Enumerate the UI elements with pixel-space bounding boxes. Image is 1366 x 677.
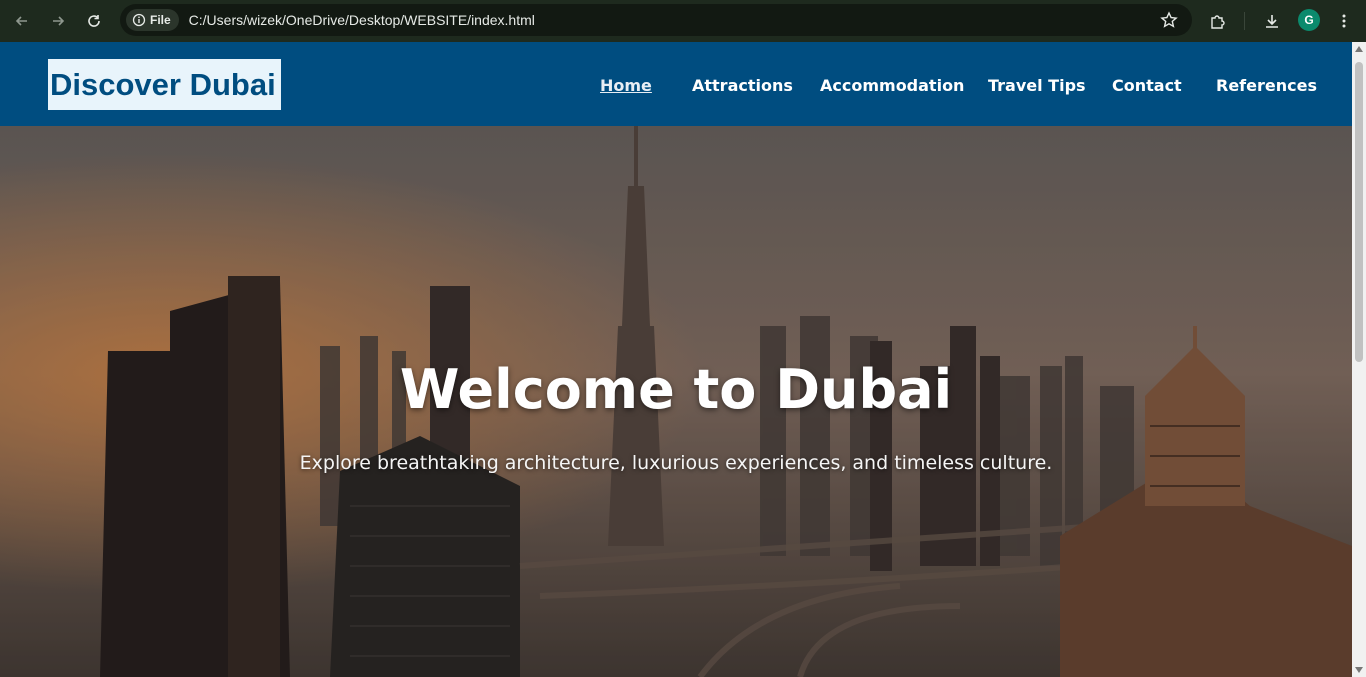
address-bar[interactable]: File C:/Users/wizek/OneDrive/Desktop/WEB… [120, 4, 1192, 36]
info-icon [132, 13, 146, 27]
downloads-button[interactable] [1260, 9, 1284, 33]
nav-link-attractions[interactable]: Attractions [692, 76, 793, 95]
profile-initial: G [1304, 13, 1314, 27]
arrow-right-icon [53, 16, 65, 26]
star-icon [1160, 11, 1178, 28]
arrow-left-icon [15, 16, 27, 26]
toolbar-divider [1244, 12, 1245, 30]
url-text[interactable]: C:/Users/wizek/OneDrive/Desktop/WEBSITE/… [189, 12, 535, 28]
back-button[interactable] [10, 9, 34, 33]
hero-title: Welcome to Dubai [399, 358, 953, 421]
reload-icon [88, 15, 100, 27]
browser-menu-button[interactable] [1332, 9, 1356, 33]
nav-link-home[interactable]: Home [600, 76, 652, 95]
nav-link-travel-tips[interactable]: Travel Tips [988, 76, 1086, 95]
scroll-thumb[interactable] [1355, 62, 1363, 362]
profile-avatar[interactable]: G [1298, 9, 1320, 31]
scroll-down-arrow-icon[interactable] [1355, 667, 1363, 673]
scroll-up-arrow-icon[interactable] [1355, 46, 1363, 52]
reload-button[interactable] [82, 9, 106, 33]
forward-button[interactable] [46, 9, 70, 33]
hero-subtitle: Explore breathtaking architecture, luxur… [299, 452, 1053, 474]
bookmark-star-button[interactable] [1160, 11, 1178, 34]
kebab-menu-icon [1342, 14, 1346, 28]
site-header: Discover Dubai Home Attractions Accommod… [0, 42, 1352, 126]
browser-toolbar: File C:/Users/wizek/OneDrive/Desktop/WEB… [0, 0, 1366, 42]
page-scrollbar[interactable] [1352, 42, 1366, 677]
hero-section: Welcome to Dubai Explore breathtaking ar… [0, 126, 1352, 677]
nav-link-contact[interactable]: Contact [1112, 76, 1182, 95]
extensions-button[interactable] [1206, 9, 1230, 33]
site-info-chip[interactable]: File [126, 9, 179, 31]
main-nav: Home Attractions Accommodation Travel Ti… [0, 76, 1352, 96]
puzzle-icon [1211, 15, 1225, 29]
nav-link-accommodation[interactable]: Accommodation [820, 76, 964, 95]
download-icon [1266, 15, 1278, 28]
site-chip-label: File [150, 13, 171, 27]
nav-link-references[interactable]: References [1216, 76, 1317, 95]
